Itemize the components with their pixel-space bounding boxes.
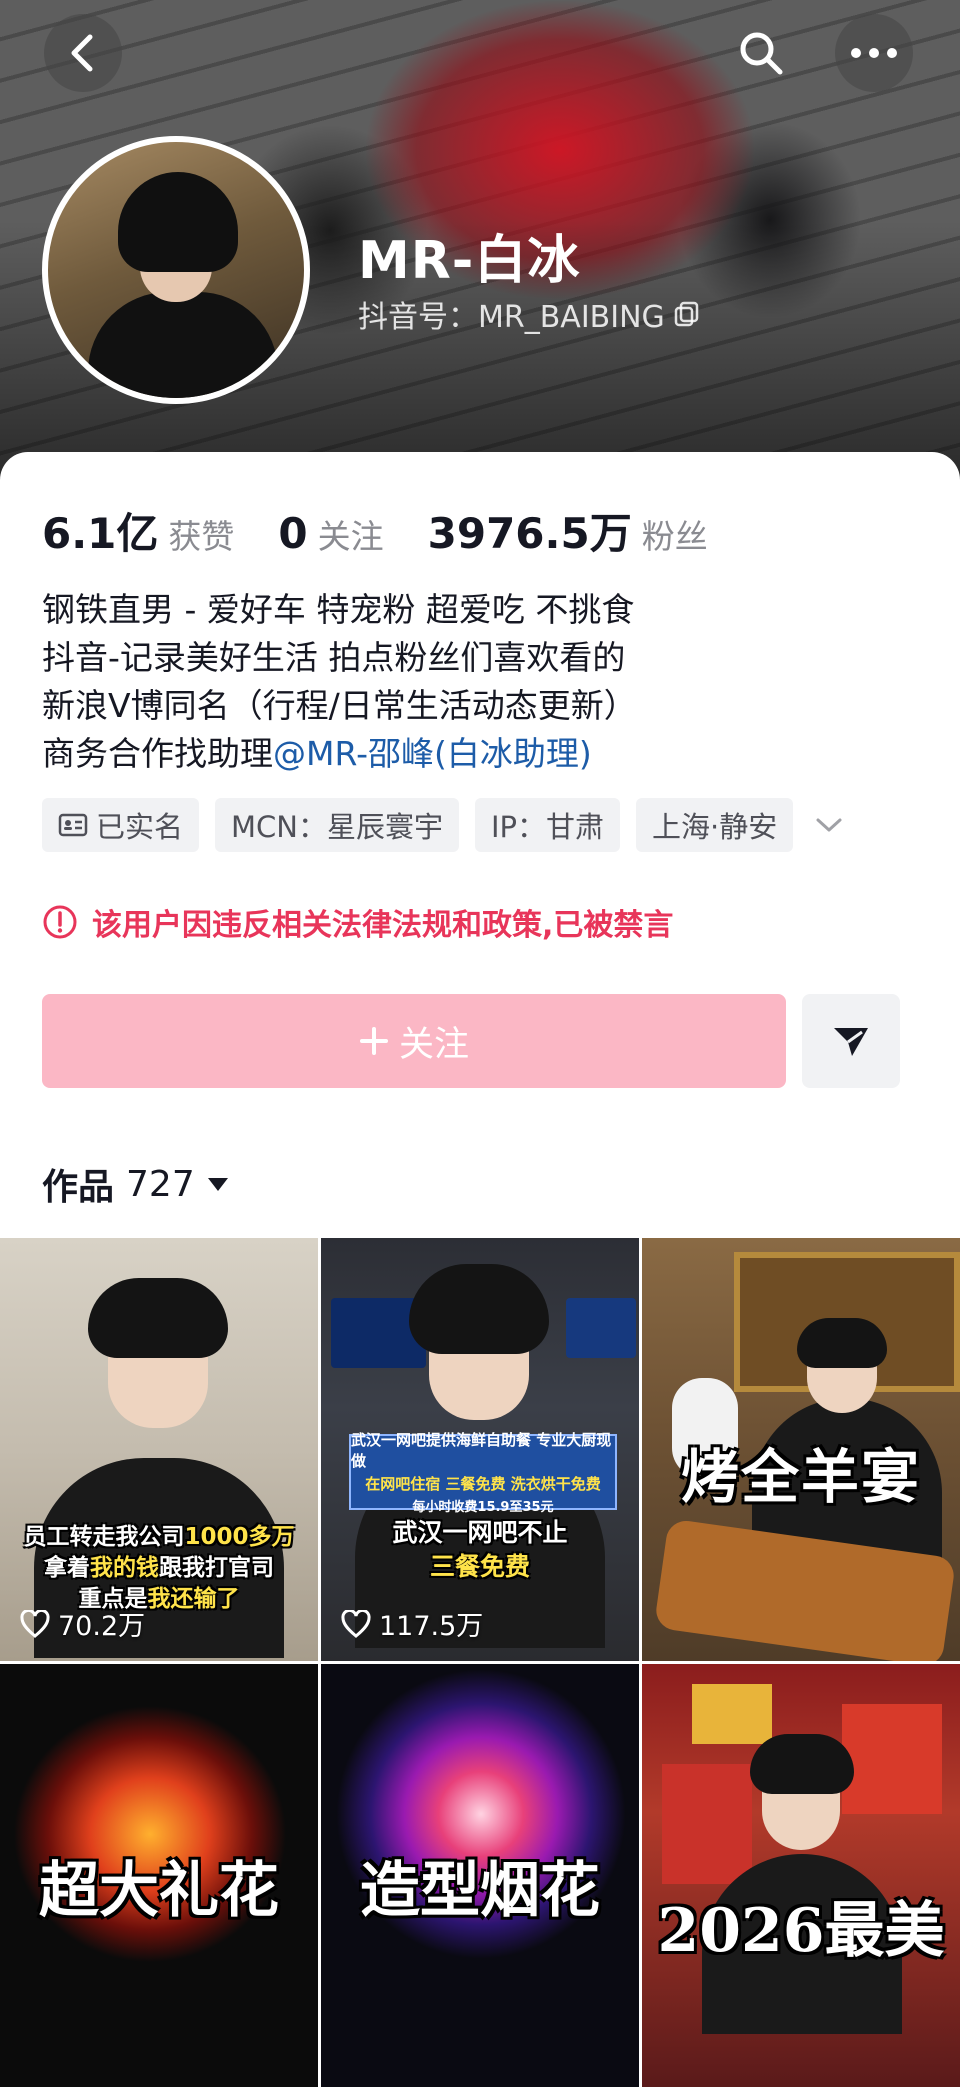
assistant-mention-link[interactable]: @MR-邵峰(白冰助理) [273, 734, 592, 773]
id-card-icon [58, 813, 88, 837]
tag-verified[interactable]: 已实名 [42, 798, 200, 852]
tag-ip[interactable]: IP：甘肃 [474, 798, 621, 852]
ban-notice: 该用户因违反相关法律法规和政策,已被禁言 [42, 900, 673, 944]
bio-line: 商务合作找助理@MR-邵峰(白冰助理) [42, 734, 592, 773]
search-icon [740, 32, 783, 75]
follow-button[interactable]: 关注 [42, 994, 786, 1088]
more-options-button[interactable] [835, 14, 913, 92]
video-caption: 武汉一网吧不止 三餐免费 [392, 1518, 568, 1581]
video-thumbnail[interactable]: 武汉一网吧提供海鲜自助餐 专业大厨现做 在网吧住宿 三餐免费 洗衣烘干免费 每小… [321, 1238, 639, 1661]
video-thumbnail[interactable]: 超大礼花 [0, 1664, 318, 2087]
stat-following[interactable]: 0 关注 [278, 509, 383, 558]
stat-followers[interactable]: 3976.5万 粉丝 [428, 500, 708, 561]
tag-location[interactable]: 上海·静安 [636, 798, 794, 852]
profile-card: 6.1亿 获赞 0 关注 3976.5万 粉丝 钢铁直男 - 爱好车 特宠粉 超… [0, 452, 960, 2087]
heart-outline-icon [341, 1609, 371, 1638]
profile-tags: 已实名 MCN：星辰寰宇 IP：甘肃 上海·静安 [42, 798, 849, 852]
chevron-left-icon [71, 34, 93, 72]
caret-down-icon [207, 1178, 228, 1191]
more-dots-icon [851, 48, 897, 58]
tag-mcn[interactable]: MCN：星辰寰宇 [215, 798, 459, 852]
video-likes: 117.5万 [341, 1604, 483, 1643]
send-arrow-icon [834, 1028, 868, 1056]
copy-icon[interactable] [673, 300, 701, 328]
video-thumbnail[interactable]: 烤全羊宴 [642, 1238, 960, 1661]
back-button[interactable] [44, 14, 122, 92]
tags-expand-button[interactable] [809, 798, 849, 852]
video-thumbnail[interactable]: 员工转走我公司1000多万 拿着我的钱跟我打官司 重点是我还输了 70.2万 [0, 1238, 318, 1661]
stat-likes[interactable]: 6.1亿 获赞 [42, 500, 234, 561]
video-caption: 造型烟花 [360, 1856, 600, 1926]
profile-stats: 6.1亿 获赞 0 关注 3976.5万 粉丝 [42, 500, 752, 561]
avatar[interactable] [42, 136, 310, 404]
heart-outline-icon [20, 1609, 50, 1638]
bio-line: 新浪V博同名（行程/日常生活动态更新） [42, 686, 637, 725]
video-thumbnail[interactable]: 造型烟花 [321, 1664, 639, 2087]
works-tab[interactable]: 作品 727 [42, 1158, 229, 1210]
video-caption: 员工转走我公司1000多万 拿着我的钱跟我打官司 重点是我还输了 [23, 1524, 295, 1612]
bio-line: 抖音-记录美好生活 拍点粉丝们喜欢看的 [42, 638, 626, 677]
douyin-id-text: 抖音号：MR_BAIBING [358, 300, 665, 335]
chevron-down-icon [816, 818, 842, 832]
plus-icon [359, 1027, 388, 1055]
video-thumbnail[interactable]: 2026最美 [642, 1664, 960, 2087]
warning-circle-icon [43, 905, 77, 939]
douyin-id: 抖音号：MR_BAIBING [358, 292, 701, 336]
bio-line: 钢铁直男 - 爱好车 特宠粉 超爱吃 不挑食 [42, 590, 635, 629]
search-button[interactable] [722, 14, 800, 92]
video-caption: 超大礼花 [39, 1856, 279, 1926]
send-message-button[interactable] [802, 994, 900, 1088]
video-caption: 2026最美 [657, 1896, 945, 1966]
video-grid: 员工转走我公司1000多万 拿着我的钱跟我打官司 重点是我还输了 70.2万 武… [0, 1238, 960, 2087]
video-caption: 烤全羊宴 [680, 1443, 921, 1511]
profile-nickname: MR-白冰 [358, 231, 581, 291]
news-banner: 武汉一网吧提供海鲜自助餐 专业大厨现做 在网吧住宿 三餐免费 洗衣烘干免费 每小… [349, 1431, 617, 1515]
profile-bio: 钢铁直男 - 爱好车 特宠粉 超爱吃 不挑食 抖音-记录美好生活 拍点粉丝们喜欢… [42, 586, 637, 778]
video-likes: 70.2万 [20, 1604, 145, 1643]
